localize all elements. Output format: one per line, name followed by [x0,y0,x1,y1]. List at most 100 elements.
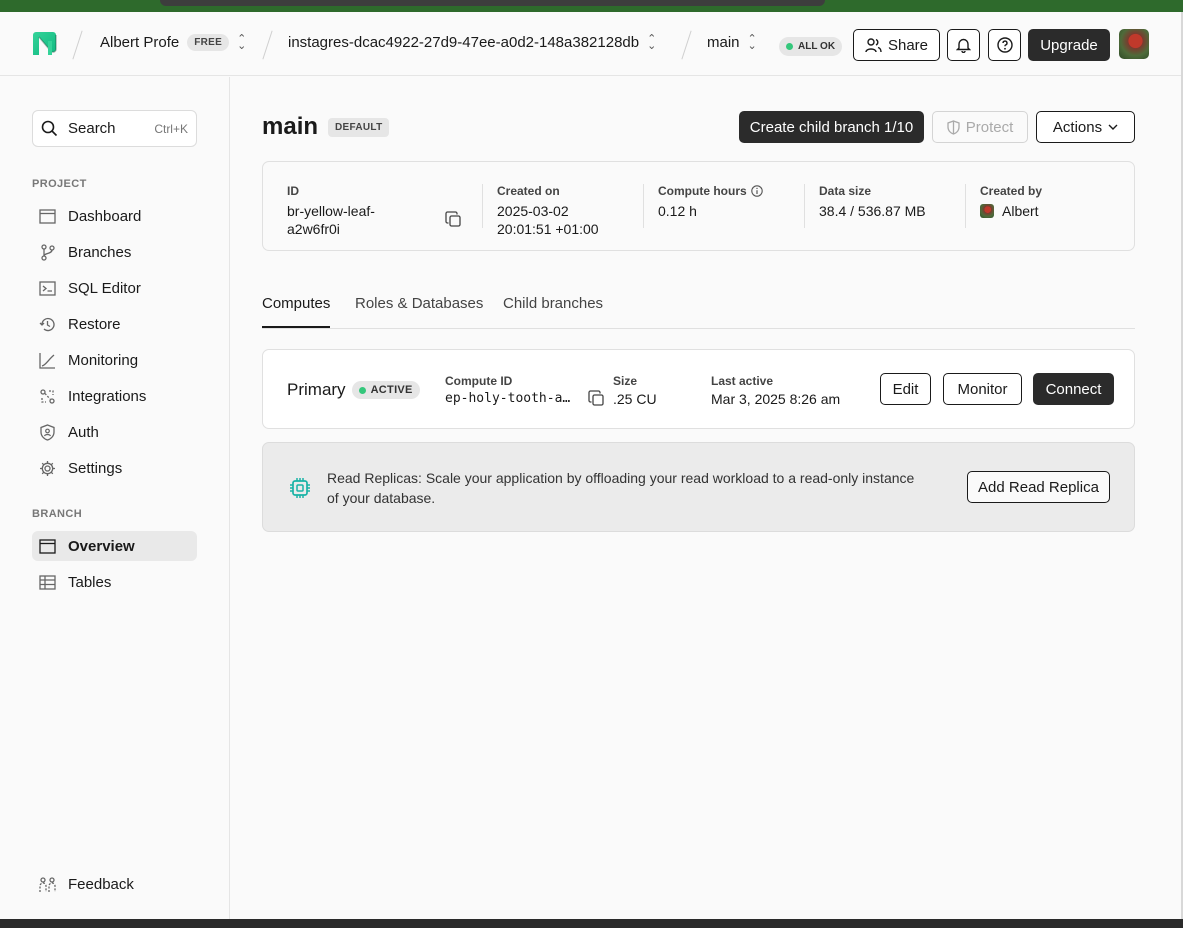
compute-size-field: Size .25 CU [613,374,657,407]
feedback-label: Feedback [68,875,134,893]
tab-roles-databases[interactable]: Roles & Databases [355,295,483,326]
search-shortcut: Ctrl+K [154,121,188,136]
org-switcher[interactable]: Albert Profe FREE ⌃ ⌄ [100,33,246,51]
read-replica-text: Read Replicas: Scale your application by… [327,470,915,506]
compute-hours-field: Compute hours 0.12 h [658,184,798,220]
divider [804,184,805,228]
status-text: ALL OK [798,41,836,52]
org-name: Albert Profe [100,34,180,51]
branch-switcher[interactable]: main ⌃ ⌄ [707,33,757,51]
chevron-down-icon [1108,124,1118,130]
sidebar: Search Ctrl+K PROJECT Dashboard Branches… [0,77,230,919]
feedback-button[interactable]: Feedback [32,869,197,899]
sidebar-item-label: Monitoring [68,351,139,369]
data-size-field: Data size 38.4 / 536.87 MB [819,184,959,220]
size-value: .25 CU [613,391,657,407]
users-icon [865,37,882,52]
compute-hours-value: 0.12 h [658,203,697,219]
compute-name-label: Primary [287,380,346,399]
protect-button[interactable]: Protect [932,111,1028,143]
upgrade-label: Upgrade [1040,36,1098,54]
id-value-line1: br-yellow-leaf- [287,203,375,219]
bell-icon [956,38,971,53]
info-icon[interactable] [750,185,763,197]
compute-status-badge: ACTIVE [351,381,420,399]
app-window: Albert Profe FREE ⌃ ⌄ instagres-dcac4922-… [0,12,1183,919]
monitoring-icon [39,352,56,369]
breadcrumb-separator [72,30,83,60]
project-switcher[interactable]: instagres-dcac4922-27d9-47ee-a0d2-148a38… [288,32,657,52]
branch-info-card: ID br-yellow-leaf- a2w6fr0i Created on 2… [262,161,1135,251]
sidebar-item-label: Integrations [68,387,147,405]
tables-icon [39,574,56,591]
tab-child-branches[interactable]: Child branches [503,295,603,326]
breadcrumb-separator [681,30,692,60]
edit-button[interactable]: Edit [880,373,931,405]
sidebar-item-label: Overview [68,537,135,555]
top-header: Albert Profe FREE ⌃ ⌄ instagres-dcac4922-… [0,12,1183,76]
protect-label: Protect [965,118,1014,136]
chevron-updown-icon: ⌃ ⌄ [647,32,657,52]
id-label: ID [287,184,299,198]
add-read-replica-button[interactable]: Add Read Replica [967,471,1110,503]
chip-icon [290,478,310,498]
sidebar-item-branches[interactable]: Branches [32,237,197,267]
created-by-value: Albert [1002,203,1039,219]
copy-icon[interactable] [445,211,462,228]
monitor-button[interactable]: Monitor [943,373,1022,405]
id-value-line2: a2w6fr0i [287,221,340,237]
compute-id-label: Compute ID [445,374,513,388]
user-avatar[interactable] [1119,29,1149,59]
share-button[interactable]: Share [853,29,940,61]
connect-button[interactable]: Connect [1033,373,1114,405]
dashboard-icon [39,208,56,225]
created-on-time: 20:01:51 +01:00 [497,221,599,237]
sidebar-item-dashboard[interactable]: Dashboard [32,201,197,231]
page-title: main DEFAULT [262,113,390,141]
plan-badge: FREE [187,34,230,51]
created-on-label: Created on [497,184,560,198]
sidebar-item-label: Dashboard [68,207,142,225]
browser-top-strip [0,0,1183,12]
sidebar-item-settings[interactable]: Settings [32,453,197,483]
active-dot-icon [358,386,366,394]
taskbar-strip [0,919,1183,928]
compute-hours-label-row: Compute hours [658,184,798,198]
sidebar-item-integrations[interactable]: Integrations [32,381,197,411]
created-by-field: Created by Albert [980,184,1120,220]
actions-label: Actions [1052,118,1103,136]
shield-icon [947,119,960,135]
create-child-branch-button[interactable]: Create child branch 1/10 [739,111,924,143]
data-size-label: Data size [819,184,872,198]
sidebar-item-sql-editor[interactable]: SQL Editor [32,273,197,303]
branch-tabs: Computes Roles & Databases Child branche… [262,281,1135,329]
sidebar-item-auth[interactable]: Auth [32,417,197,447]
compute-id-value: ep-holy-tooth-a… [445,391,571,406]
branch-name: main [707,34,740,51]
status-badge[interactable]: ALL OK [779,37,843,56]
search-button[interactable]: Search Ctrl+K [32,110,197,147]
search-label: Search [68,120,116,137]
help-button[interactable] [988,29,1021,61]
sidebar-item-tables[interactable]: Tables [32,567,197,597]
sidebar-item-restore[interactable]: Restore [32,309,197,339]
branches-icon [39,243,56,261]
created-by-label: Created by [980,184,1043,198]
copy-icon[interactable] [588,390,605,407]
restore-icon [39,316,56,333]
integrations-icon [39,388,56,405]
compute-status-text: ACTIVE [370,384,413,396]
actions-dropdown-button[interactable]: Actions [1036,111,1135,143]
create-child-branch-label: Create child branch 1/10 [749,118,914,136]
upgrade-button[interactable]: Upgrade [1028,29,1110,61]
sidebar-item-overview[interactable]: Overview [32,531,197,561]
sidebar-item-monitoring[interactable]: Monitoring [32,345,197,375]
neon-logo-icon[interactable] [31,31,58,58]
project-name: instagres-dcac4922-27d9-47ee-a0d2-148a38… [288,34,640,51]
data-size-value: 38.4 / 536.87 MB [819,203,926,219]
notifications-button[interactable] [947,29,980,61]
tab-computes[interactable]: Computes [262,295,331,328]
auth-icon [39,423,56,441]
sql-editor-icon [39,280,56,297]
sidebar-item-label: Restore [68,315,121,333]
